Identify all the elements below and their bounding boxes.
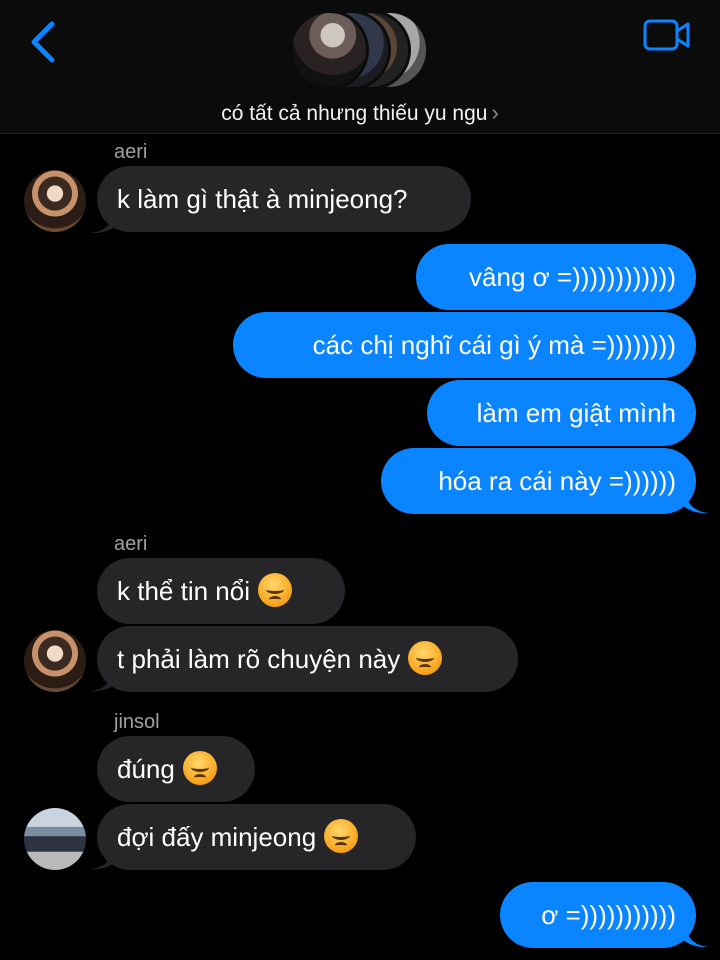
message-bubble[interactable]: k làm gì thật à minjeong? <box>97 166 471 232</box>
angry-face-icon <box>182 751 217 786</box>
group-name-label: có tất cả nhưng thiếu yu ngu <box>221 102 488 125</box>
message-bubble[interactable]: vâng ơ =)))))))))))) <box>416 244 696 310</box>
message-text: đúng <box>117 754 175 784</box>
group-avatar-stack[interactable] <box>289 10 431 92</box>
message-bubble[interactable]: hóa ra cái này =)))))) <box>381 448 696 514</box>
angry-face-icon <box>408 641 443 676</box>
angry-face-icon <box>257 573 292 608</box>
group-name[interactable]: có tất cả nhưng thiếu yu ngu › <box>0 100 720 126</box>
chat-header: có tất cả nhưng thiếu yu ngu › <box>0 0 720 134</box>
video-camera-icon <box>643 19 690 51</box>
message-bubble[interactable]: các chị nghĩ cái gì ý mà =)))))))) <box>233 312 696 378</box>
group-member-avatar <box>289 10 369 90</box>
message-bubble[interactable]: k thể tin nổi <box>97 558 345 624</box>
message-bubble[interactable]: đúng <box>97 736 255 802</box>
message-bubble[interactable]: ơ =))))))))))) <box>500 882 696 948</box>
chevron-left-icon <box>31 21 55 63</box>
avatar[interactable] <box>24 808 86 870</box>
sender-name: jinsol <box>114 711 160 733</box>
avatar[interactable] <box>24 630 86 692</box>
message-text: t phải làm rõ chuyện này <box>117 644 401 674</box>
back-button[interactable] <box>26 20 62 64</box>
message-bubble[interactable]: đợi đấy minjeong <box>97 804 416 870</box>
sender-name: aeri <box>114 533 148 555</box>
message-text: đợi đấy minjeong <box>117 822 317 852</box>
avatar[interactable] <box>24 170 86 232</box>
sender-name: aeri <box>114 141 148 163</box>
video-call-button[interactable] <box>642 18 692 52</box>
message-bubble[interactable]: t phải làm rõ chuyện này <box>97 626 518 692</box>
message-bubble[interactable]: làm em giật mình <box>427 380 696 446</box>
angry-face-icon <box>324 819 359 854</box>
chevron-right-icon: › <box>491 100 499 125</box>
message-text: k thể tin nổi <box>117 576 250 606</box>
